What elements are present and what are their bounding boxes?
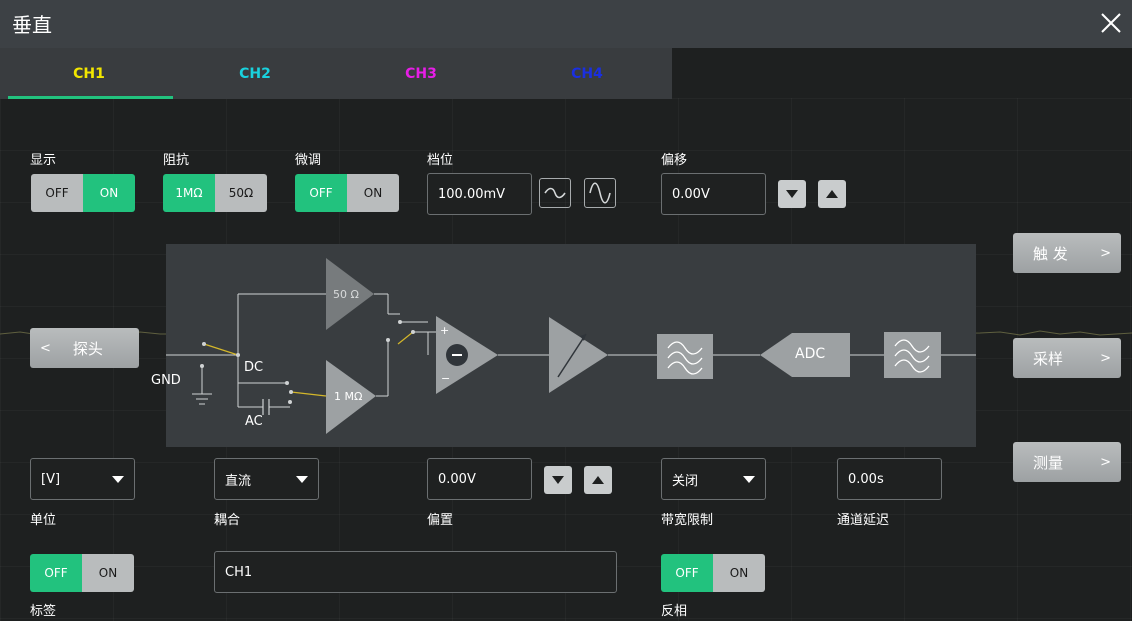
- bandwidth-limit-select[interactable]: 关闭: [661, 458, 766, 500]
- label-toggle[interactable]: OFF ON: [30, 554, 134, 592]
- label-label: 标签: [30, 604, 57, 619]
- unit-value: [V]: [41, 471, 61, 487]
- 50-ohm-label: 50 Ω: [333, 288, 359, 301]
- fine-label: 微调: [295, 153, 322, 168]
- display-toggle[interactable]: OFF ON: [31, 174, 135, 212]
- coupling-label: 耦合: [214, 513, 241, 528]
- chevron-left-icon: <: [40, 340, 51, 356]
- display-label: 显示: [30, 153, 57, 168]
- trigger-button[interactable]: 触 发 >: [1013, 233, 1121, 273]
- window-title: 垂直: [12, 13, 52, 37]
- channel-tab-bar: CH1 CH2 CH3 CH4: [0, 48, 672, 99]
- unit-label: 单位: [30, 513, 57, 528]
- bandwidth-limit-value: 关闭: [672, 473, 699, 489]
- coupling-value: 直流: [225, 473, 252, 489]
- fine-toggle[interactable]: OFF ON: [295, 174, 399, 212]
- caret-down-icon: [112, 475, 124, 483]
- 1-mohm-label: 1 MΩ: [334, 390, 363, 403]
- impedance-label: 阻抗: [163, 153, 190, 168]
- display-on-option[interactable]: ON: [83, 174, 135, 212]
- channel-delay-input[interactable]: 0.00s: [837, 458, 942, 500]
- wave-large-icon: [589, 182, 611, 204]
- impedance-1m-option[interactable]: 1MΩ: [163, 174, 215, 212]
- title-bar: 垂直: [0, 0, 1132, 48]
- unit-select[interactable]: [V]: [30, 458, 135, 500]
- minus-label: −: [441, 372, 451, 385]
- display-off-option[interactable]: OFF: [31, 174, 83, 212]
- invert-label: 反相: [661, 604, 688, 619]
- invert-toggle[interactable]: OFF ON: [661, 554, 765, 592]
- fine-on-option[interactable]: ON: [347, 174, 399, 212]
- chevron-right-icon: >: [1100, 245, 1111, 261]
- close-button[interactable]: [1094, 6, 1128, 40]
- triangle-down-icon: [552, 476, 564, 484]
- gnd-label: GND: [151, 373, 181, 388]
- chevron-right-icon: >: [1100, 454, 1111, 470]
- caret-down-icon: [296, 475, 308, 483]
- scale-input[interactable]: 100.00mV: [427, 173, 532, 215]
- plus-label: +: [440, 324, 450, 337]
- channel-delay-label: 通道延迟: [837, 513, 890, 528]
- scale-label: 档位: [427, 153, 454, 168]
- bandwidth-limit-label: 带宽限制: [661, 513, 714, 528]
- close-icon: [1101, 13, 1121, 33]
- bias-label: 偏置: [427, 513, 454, 528]
- measure-button[interactable]: 测量 >: [1013, 442, 1121, 482]
- triangle-up-icon: [592, 476, 604, 484]
- bias-decrease-button[interactable]: [544, 466, 572, 494]
- tab-ch4[interactable]: CH4: [504, 48, 670, 99]
- probe-button-label: 探头: [72, 339, 103, 358]
- tab-ch1[interactable]: CH1: [6, 48, 172, 99]
- offset-increase-button[interactable]: [818, 180, 846, 208]
- trigger-button-label: 触 发: [1033, 244, 1068, 263]
- dc-label: DC: [244, 360, 264, 375]
- signal-path-svg: [166, 258, 976, 434]
- probe-button[interactable]: < 探头: [30, 328, 139, 368]
- measure-button-label: 测量: [1033, 453, 1064, 472]
- offset-decrease-button[interactable]: [778, 180, 806, 208]
- impedance-toggle[interactable]: 1MΩ 50Ω: [163, 174, 267, 212]
- offset-label: 偏移: [661, 153, 688, 168]
- signal-path-diagram: GND DC AC 50 Ω 1 MΩ + − ADC: [151, 244, 976, 447]
- label-text-input[interactable]: CH1: [214, 551, 617, 593]
- active-tab-indicator: [8, 96, 173, 99]
- invert-off-option[interactable]: OFF: [661, 554, 713, 592]
- caret-down-icon: [743, 475, 755, 483]
- tab-ch3[interactable]: CH3: [338, 48, 504, 99]
- fine-off-option[interactable]: OFF: [295, 174, 347, 212]
- scale-increase-button[interactable]: [584, 178, 616, 208]
- label-on-option[interactable]: ON: [82, 554, 134, 592]
- coupling-select[interactable]: 直流: [214, 458, 319, 500]
- offset-input[interactable]: 0.00V: [661, 173, 766, 215]
- triangle-down-icon: [786, 190, 798, 198]
- triangle-up-icon: [826, 190, 838, 198]
- scale-decrease-button[interactable]: [539, 178, 571, 208]
- label-off-option[interactable]: OFF: [30, 554, 82, 592]
- bias-increase-button[interactable]: [584, 466, 612, 494]
- adc-label: ADC: [795, 346, 826, 362]
- bias-input[interactable]: 0.00V: [427, 458, 532, 500]
- invert-on-option[interactable]: ON: [713, 554, 765, 592]
- tab-ch2[interactable]: CH2: [172, 48, 338, 99]
- wave-small-icon: [544, 187, 566, 199]
- ac-label: AC: [245, 414, 263, 429]
- impedance-50-option[interactable]: 50Ω: [215, 174, 267, 212]
